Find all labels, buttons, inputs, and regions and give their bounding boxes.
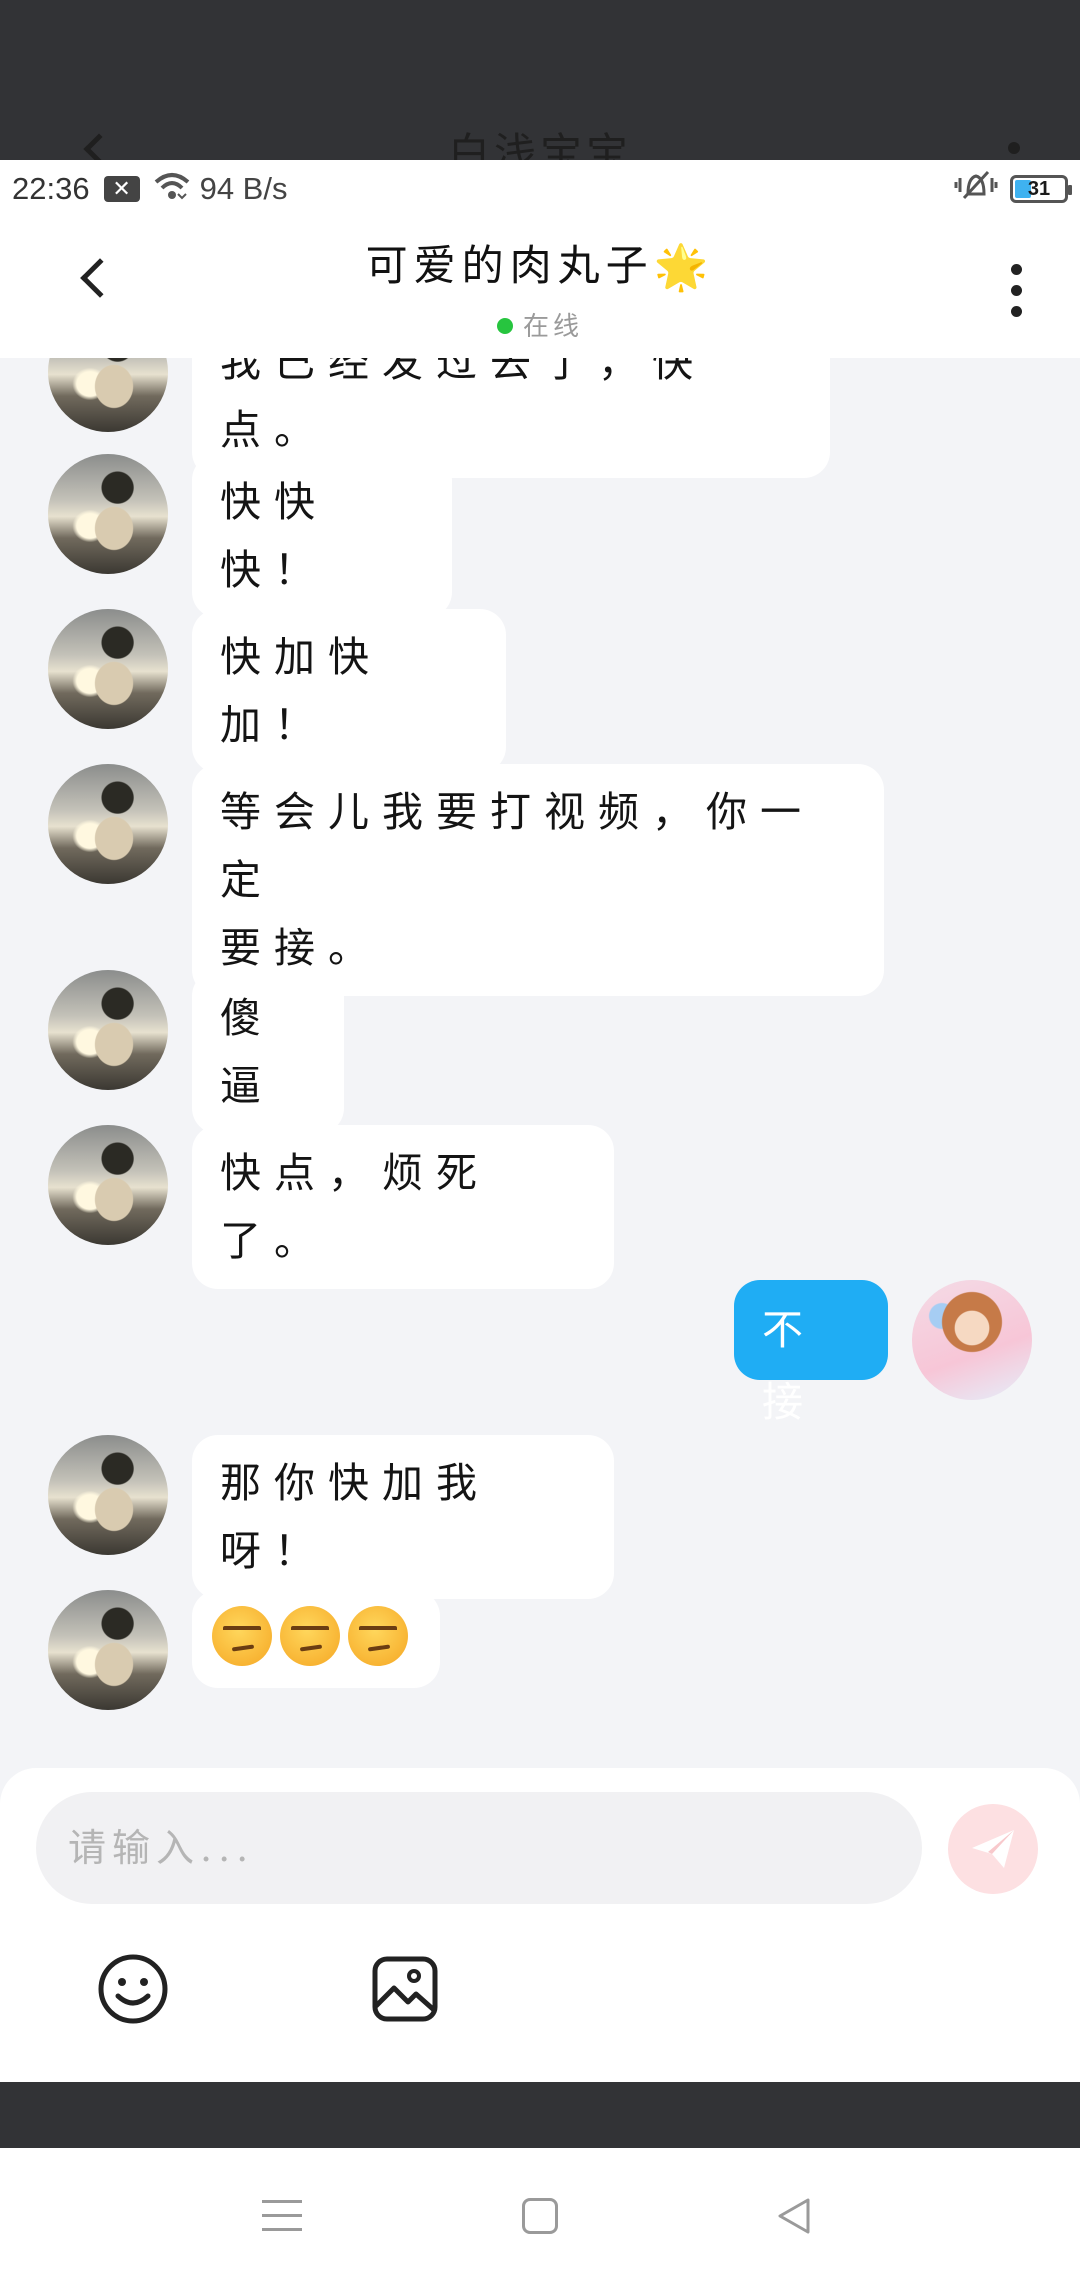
composer (0, 1768, 1080, 2082)
contact-avatar[interactable] (48, 609, 168, 729)
online-status: 在线 (0, 306, 1080, 343)
unamused-face-icon (348, 1606, 408, 1666)
image-button[interactable] (370, 1954, 440, 2024)
message-bubble-outgoing[interactable]: 不接 (734, 1280, 888, 1426)
contact-name-text: 可爱的肉丸子 (365, 241, 654, 290)
message-bubble[interactable]: 快快快！ (192, 454, 452, 618)
send-button[interactable] (948, 1804, 1038, 1894)
message-text: 快点，烦死了。 (220, 1149, 490, 1265)
background-window: 白浅宝宝 (0, 0, 1080, 160)
message-text: 快加快加！ (220, 633, 382, 749)
contact-avatar[interactable] (48, 764, 168, 884)
message-bubble[interactable]: 等会儿我要打视频，你一定 要接。 (192, 764, 884, 996)
recent-apps-button[interactable] (262, 2200, 302, 2236)
more-dot-icon (1010, 285, 1022, 296)
send-icon (972, 1830, 1014, 1868)
background-window-title: 白浅宝宝 (447, 129, 632, 160)
glowing-star-icon: 🌟 (653, 242, 715, 293)
unamused-face-icon (280, 1606, 340, 1666)
background-window-bottom (0, 2082, 1080, 2148)
message-text: 那你快加我呀！ (220, 1459, 490, 1575)
message-input[interactable] (36, 1792, 922, 1904)
chat-sheet: 22:36 ✕ 94 B/s 31 可爱的肉丸子🌟 在线 我已经发过去了，快点。… (0, 160, 1080, 2082)
background-more-icon (1008, 142, 1020, 154)
back-triangle-icon (778, 2198, 810, 2234)
message-text: 不接 (762, 1306, 816, 1426)
online-dot-icon (496, 318, 513, 334)
smiley-icon (98, 1954, 168, 2024)
home-button[interactable] (522, 2198, 558, 2234)
back-triangle-button[interactable] (774, 2196, 814, 2236)
message-bubble[interactable]: 快点，烦死了。 (192, 1125, 614, 1289)
status-time: 22:36 (12, 171, 90, 206)
status-bar: 22:36 ✕ 94 B/s 31 (0, 160, 1080, 218)
chat-header: 可爱的肉丸子🌟 在线 (0, 218, 1080, 358)
message-list[interactable]: 我已经发过去了，快点。 快快快！ 快加快加！ 等会儿我要打视频，你一定 要接。 (0, 358, 1080, 1930)
message-text: 傻逼 (220, 994, 274, 1110)
contact-avatar[interactable] (48, 1125, 168, 1245)
message-text-line: 等会儿我要打视频，你一定 (220, 788, 814, 904)
contact-avatar[interactable] (48, 970, 168, 1090)
system-nav-bar (0, 2148, 1080, 2280)
message-text: 我已经发过去了，快点。 (220, 358, 706, 454)
message-bubble[interactable]: 快加快加！ (192, 609, 506, 773)
picture-icon (372, 1956, 438, 2022)
unamused-face-icon (212, 1606, 272, 1666)
contact-name: 可爱的肉丸子🌟 (0, 232, 1080, 293)
vibrate-mode-icon (954, 168, 998, 210)
emoji-row (212, 1600, 420, 1666)
message-bubble[interactable] (192, 1590, 440, 1688)
wifi-icon (152, 170, 192, 208)
battery-level: 31 (1027, 177, 1051, 200)
network-speed: 94 B/s (199, 171, 288, 206)
my-avatar[interactable] (912, 1280, 1032, 1400)
contact-avatar[interactable] (48, 1435, 168, 1555)
more-options-button[interactable] (996, 258, 1036, 328)
notification-x-icon: ✕ (103, 176, 140, 202)
message-bubble[interactable]: 傻逼 (192, 970, 344, 1134)
contact-avatar[interactable] (48, 454, 168, 574)
emoji-button[interactable] (96, 1952, 170, 2026)
more-dot-icon (1010, 306, 1022, 317)
online-status-text: 在线 (522, 312, 583, 342)
battery-icon: 31 (1010, 175, 1072, 203)
more-dot-icon (1010, 264, 1022, 275)
contact-avatar[interactable] (48, 358, 168, 432)
message-text: 快快快！ (220, 478, 328, 594)
contact-avatar[interactable] (48, 1590, 168, 1710)
message-bubble[interactable]: 那你快加我呀！ (192, 1435, 614, 1599)
